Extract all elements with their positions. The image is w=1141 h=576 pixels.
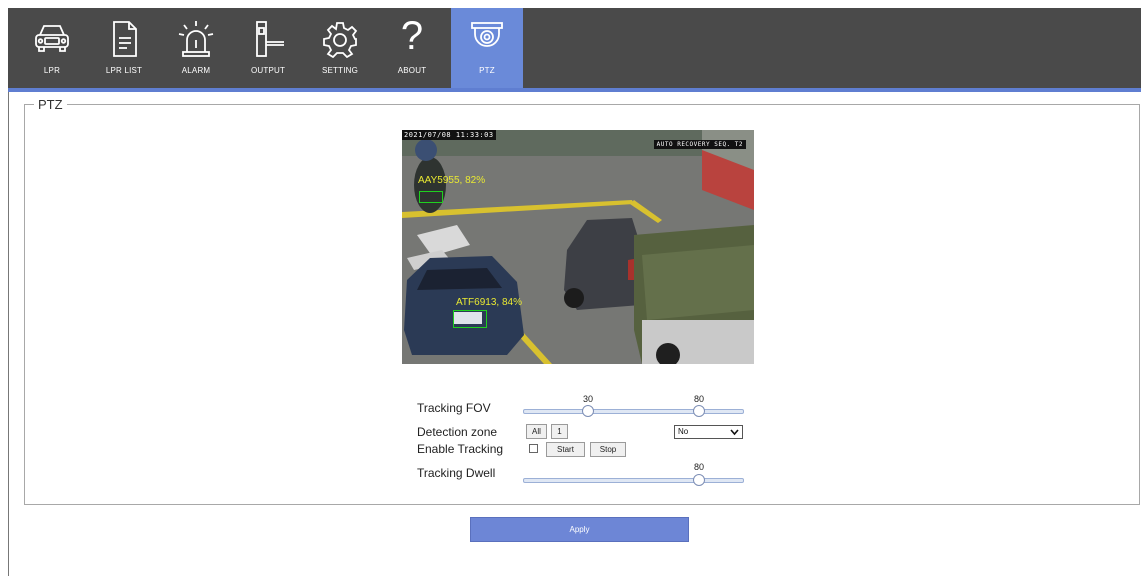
question-mark-icon: ? [400, 14, 424, 58]
ptz-page: LPR LPR LIST ALARM OUTPUT SETTING ? ABOU… [0, 0, 1141, 576]
zone-1-button[interactable]: 1 [551, 424, 568, 439]
nav-label: OUTPUT [250, 66, 286, 75]
tracking-fov-label: Tracking FOV [417, 401, 491, 415]
nav-label: LPR [43, 66, 61, 75]
plate-detection-box [453, 310, 487, 328]
nav-item-setting[interactable]: SETTING [304, 8, 376, 88]
content-left-border [8, 92, 9, 576]
nav-label: ALARM [181, 66, 211, 75]
tracking-fov-min-value: 30 [582, 394, 593, 404]
tracking-dwell-slider[interactable] [523, 478, 744, 483]
zone-all-button[interactable]: All [526, 424, 547, 439]
tracking-dwell-label: Tracking Dwell [417, 466, 496, 480]
tracking-dwell-handle[interactable] [693, 474, 705, 486]
osd-timestamp: 2021/07/08 11:33:03 [402, 130, 496, 140]
car-icon [35, 25, 69, 52]
tracking-fov-min-handle[interactable] [582, 405, 594, 417]
nav-item-lpr[interactable]: LPR [16, 8, 88, 88]
tracking-fov-max-value: 80 [693, 394, 704, 404]
camera-scene [402, 130, 754, 364]
nav-item-ptz[interactable]: PTZ [451, 8, 523, 88]
gear-icon [323, 22, 358, 58]
alarm-light-icon [178, 21, 214, 57]
nav-item-alarm[interactable]: ALARM [160, 8, 232, 88]
barrier-gate-icon [256, 21, 284, 57]
top-nav-bar: LPR LPR LIST ALARM OUTPUT SETTING ? ABOU… [8, 8, 1141, 88]
nav-label: SETTING [321, 66, 359, 75]
nav-label: ABOUT [397, 66, 427, 75]
plate-detection-label: AAY5955, 82% [418, 175, 486, 186]
camera-live-view: 2021/07/08 11:33:03 AUTO RECOVERY SEQ. T… [402, 130, 754, 364]
enable-tracking-checkbox[interactable] [529, 444, 538, 453]
dome-camera-icon [471, 22, 503, 47]
stop-tracking-button[interactable]: Stop [590, 442, 626, 457]
nav-item-output[interactable]: OUTPUT [232, 8, 304, 88]
plate-detection-box [419, 191, 443, 203]
tracking-fov-slider[interactable] [523, 409, 744, 414]
nav-accent-line [8, 88, 1141, 92]
start-tracking-button[interactable]: Start [546, 442, 585, 457]
tracking-fov-max-handle[interactable] [693, 405, 705, 417]
ptz-group-legend: PTZ [34, 97, 67, 112]
osd-mode-label: AUTO RECOVERY SEQ. T2 [653, 140, 746, 149]
chevron-down-icon [730, 429, 739, 436]
detection-zone-select-value: No [678, 427, 689, 436]
nav-label: LPR LIST [105, 66, 143, 75]
detection-zone-select[interactable]: No [674, 425, 743, 439]
detection-zone-label: Detection zone [417, 425, 498, 439]
nav-item-lpr-list[interactable]: LPR LIST [88, 8, 160, 88]
plate-detection-label: ATF6913, 84% [456, 297, 522, 308]
apply-button[interactable]: Apply [470, 517, 689, 542]
tracking-dwell-value: 80 [693, 462, 704, 472]
enable-tracking-label: Enable Tracking [417, 442, 504, 456]
nav-label: PTZ [479, 66, 495, 75]
nav-item-about[interactable]: ? ABOUT [376, 8, 448, 88]
document-icon [113, 21, 137, 57]
